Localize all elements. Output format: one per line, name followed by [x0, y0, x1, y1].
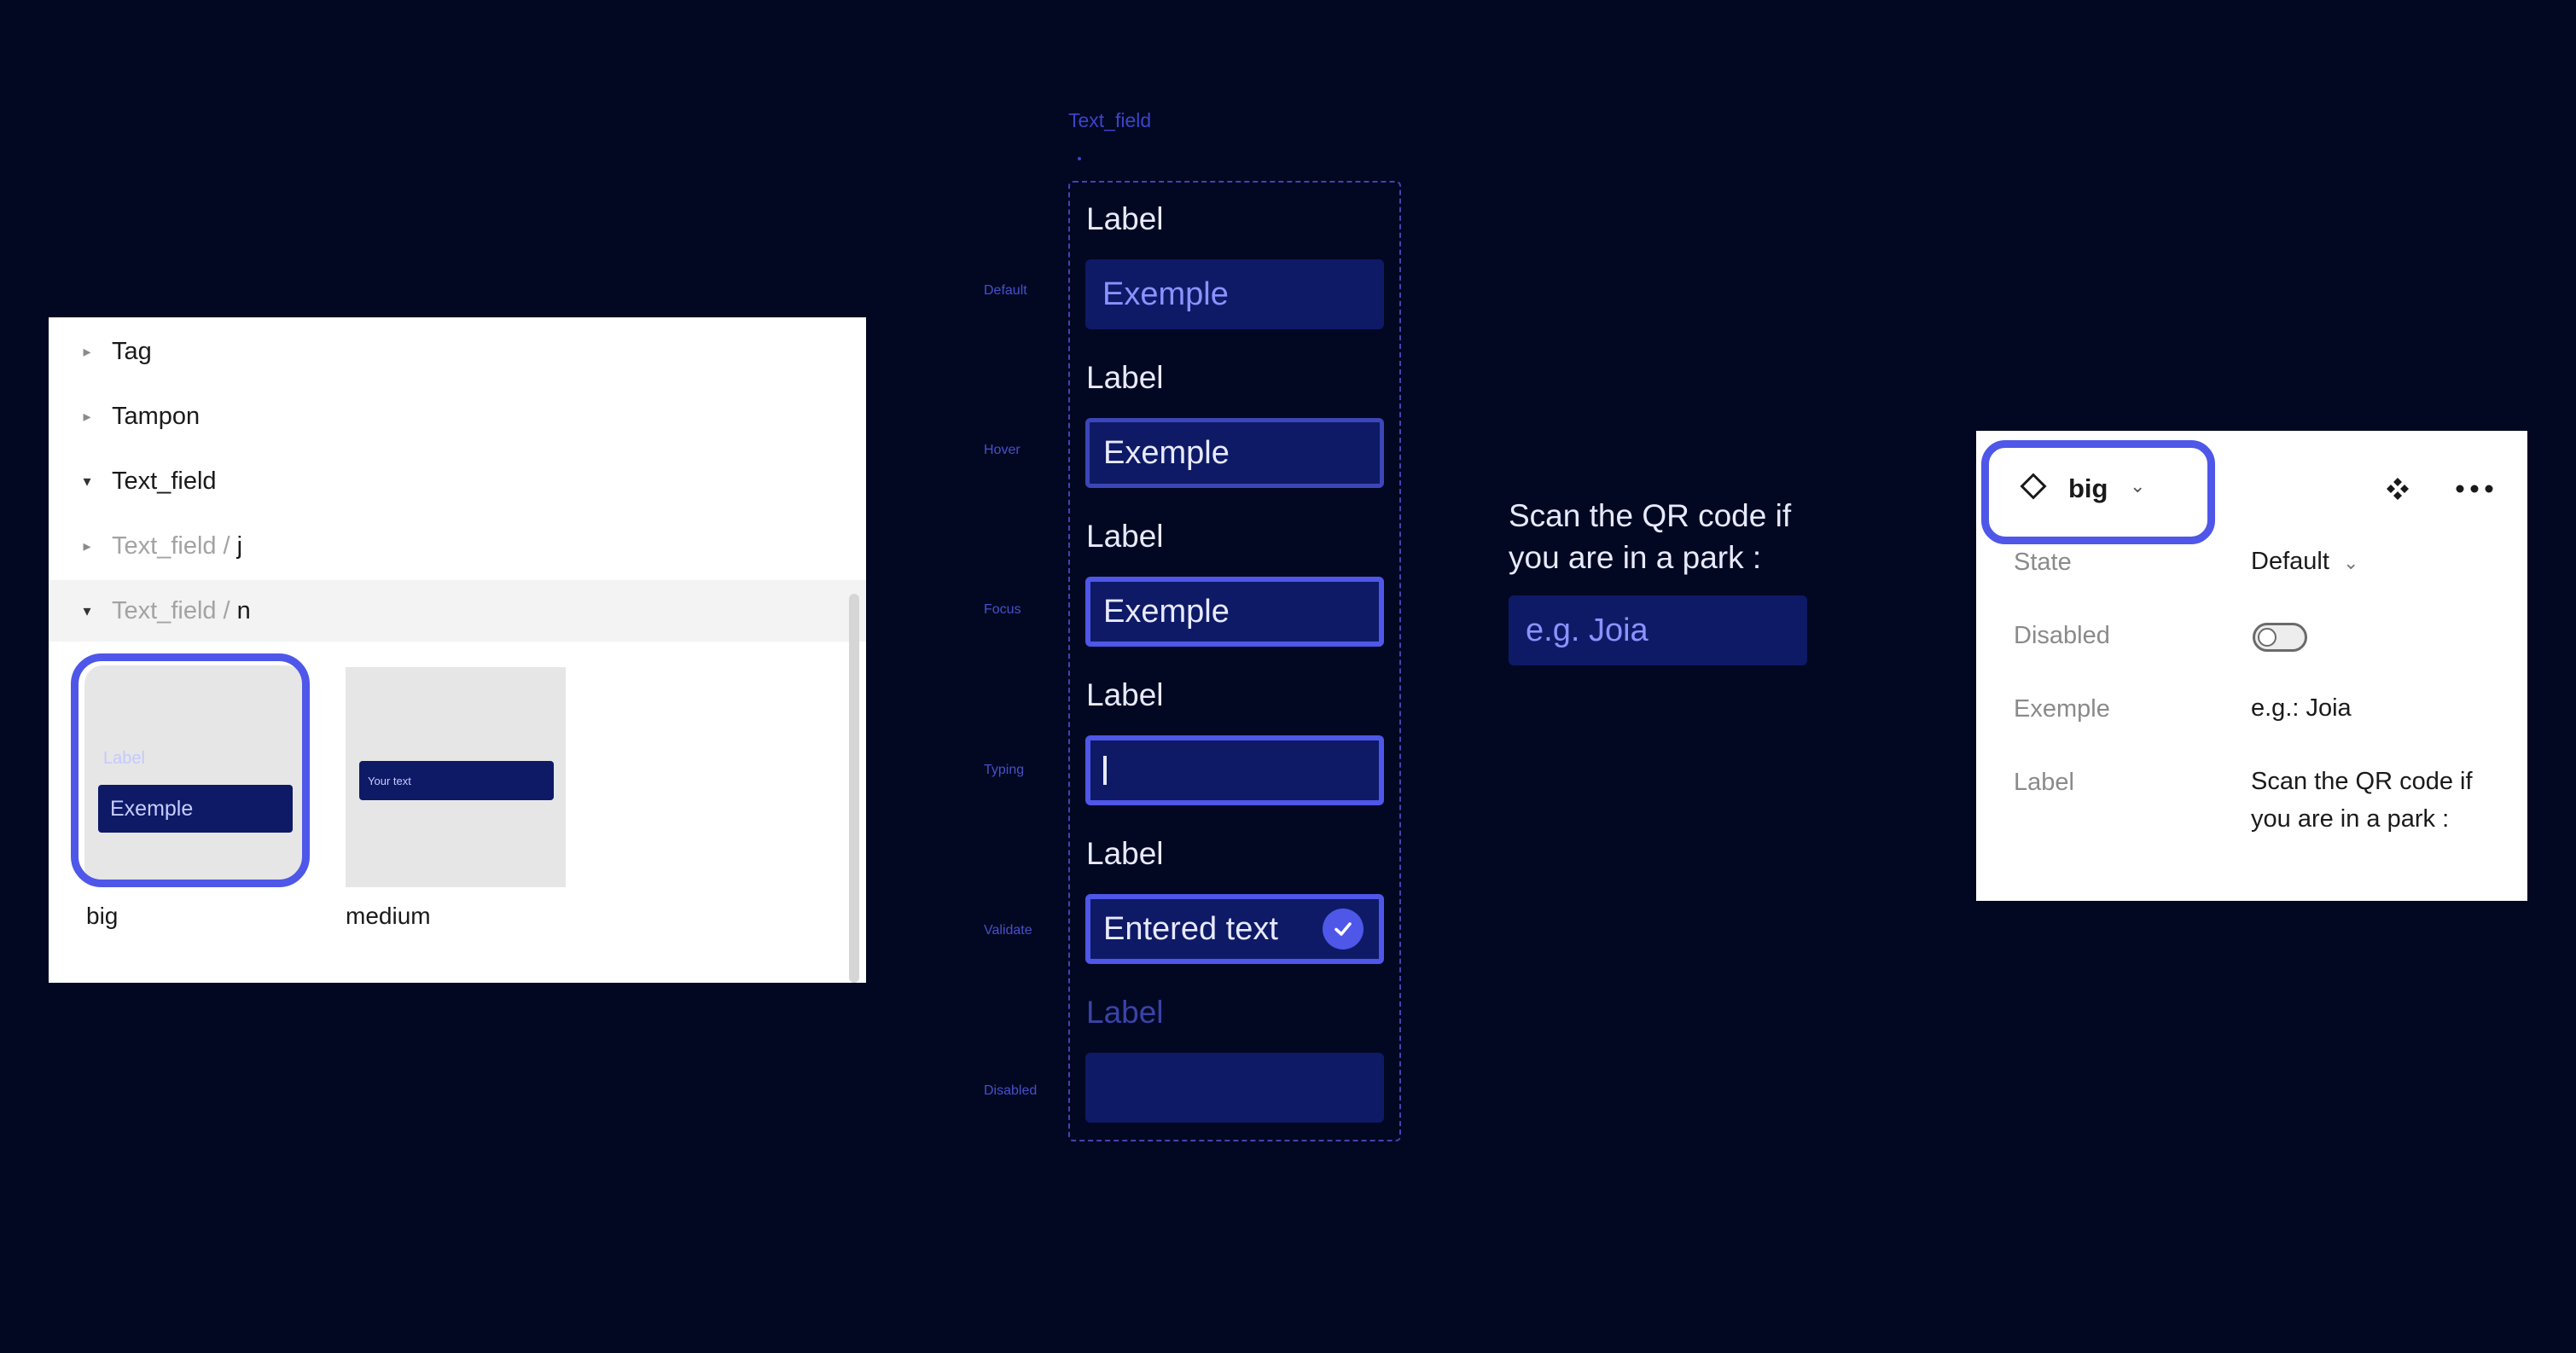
prop-key-exemple: Exemple — [2014, 695, 2110, 723]
caret-right-icon[interactable]: ▸ — [81, 408, 93, 425]
variant-caption-medium: medium — [346, 903, 431, 929]
state-dropdown[interactable]: Default ⌄ — [2251, 543, 2507, 582]
text-field-typing[interactable] — [1085, 735, 1384, 805]
chevron-down-icon: ⌄ — [2342, 552, 2359, 573]
text-field-validate[interactable]: Entered text — [1085, 894, 1384, 964]
selection-highlight — [1981, 440, 2215, 544]
layer-label: n — [236, 596, 251, 624]
variant-thumbnail-medium[interactable]: Your text — [346, 667, 566, 887]
text-cursor — [1103, 756, 1107, 785]
state-label-disabled: Disabled — [984, 1083, 1038, 1098]
toggle-knob — [2258, 628, 2277, 647]
layers-panel: ▸ Tag ▸ Tampon ▾ Text_field ▸ Text_field… — [49, 317, 866, 983]
more-icon[interactable] — [2454, 472, 2495, 506]
check-circle-icon — [1323, 909, 1364, 949]
state-label-hover: Hover — [984, 443, 1021, 457]
prop-key-state: State — [2014, 549, 2072, 576]
label-value[interactable]: Scan the QR code if you are in a park : — [2251, 763, 2490, 838]
layer-item-tampon[interactable]: ▸ Tampon — [49, 386, 866, 447]
prop-key-label: Label — [2014, 769, 2074, 796]
path-separator: / — [223, 531, 230, 560]
field-label: Label — [1086, 201, 1164, 236]
component-set-title[interactable]: Text_field — [1068, 109, 1151, 132]
state-label-validate: Validate — [984, 923, 1032, 938]
layer-item-text-field[interactable]: ▾ Text_field — [49, 450, 866, 512]
text-field-hover[interactable]: Exemple — [1085, 418, 1384, 488]
prop-key-disabled: Disabled — [2014, 622, 2110, 649]
layer-parent-label: Text_field — [112, 596, 217, 624]
caret-down-icon[interactable]: ▾ — [81, 602, 93, 619]
preview-field-label: Scan the QR code if you are in a park : — [1509, 498, 1792, 575]
path-separator: / — [223, 596, 230, 624]
field-label: Label — [1086, 836, 1164, 871]
field-label: Label — [1086, 519, 1164, 554]
layer-item-text-field-n[interactable]: ▾ Text_field / n — [49, 580, 866, 642]
field-label: Label — [1086, 995, 1164, 1030]
component-set-icon[interactable] — [2381, 472, 2415, 506]
layer-label: Text_field — [112, 467, 217, 495]
field-value: Entered text — [1103, 910, 1278, 947]
layer-parent-label: Text_field — [112, 531, 217, 560]
component-anchor-dot — [1078, 157, 1081, 160]
text-field-default[interactable]: Exemple — [1085, 259, 1384, 329]
caret-down-icon[interactable]: ▾ — [81, 473, 93, 490]
layer-item-tag[interactable]: ▸ Tag — [49, 321, 866, 382]
layer-label: j — [236, 531, 243, 560]
text-field-disabled — [1085, 1053, 1384, 1123]
text-field-focus[interactable]: Exemple — [1085, 577, 1384, 647]
selection-highlight — [71, 653, 310, 887]
caret-right-icon[interactable]: ▸ — [81, 343, 93, 360]
layer-label: Tag — [112, 337, 152, 365]
field-label: Label — [1086, 677, 1164, 712]
state-label-typing: Typing — [984, 763, 1025, 777]
preview-text-field[interactable]: e.g. Joia — [1509, 595, 1807, 665]
caret-right-icon[interactable]: ▸ — [81, 537, 93, 555]
state-value: Default — [2251, 548, 2329, 575]
layer-label: Tampon — [112, 402, 201, 430]
layer-item-text-field-j[interactable]: ▸ Text_field / j — [49, 515, 866, 577]
field-label: Label — [1086, 360, 1164, 395]
scrollbar[interactable] — [849, 594, 859, 983]
state-label-default: Default — [984, 283, 1027, 298]
state-label-focus: Focus — [984, 602, 1021, 617]
disabled-toggle[interactable] — [2253, 623, 2307, 652]
variant-caption-big: big — [86, 903, 119, 929]
thumbnail-field: Your text — [359, 761, 554, 800]
exemple-value[interactable]: e.g.: Joia — [2251, 689, 2507, 727]
